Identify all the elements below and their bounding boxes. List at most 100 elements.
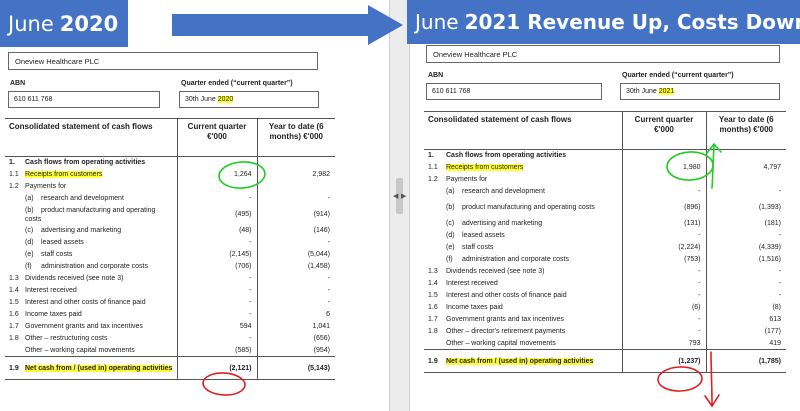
table-row: 1.1 Receipts from customers 1,264 2,982	[5, 168, 336, 181]
ytd-value: 1,041	[256, 320, 336, 333]
current-quarter-value: -	[176, 296, 258, 309]
table-row: (e) staff costs (2,145) (5,044)	[5, 248, 336, 261]
row-label: Net cash from / (used in) operating acti…	[444, 349, 623, 373]
row-label-text: Other – director's retirement payments	[446, 328, 566, 335]
row-label: Receipts from customers	[444, 162, 622, 174]
row-label: Interest received	[23, 285, 177, 297]
ytd-header: Year to date (6 months) €'000	[256, 118, 336, 157]
ytd-value: -	[705, 289, 787, 302]
table-row: 1.4 Interest received - -	[5, 284, 336, 297]
current-quarter-value: 1,264	[176, 168, 258, 181]
row-ref	[424, 242, 444, 254]
row-ref: 1.3	[428, 268, 438, 275]
row-label-text: advertising and marketing	[41, 227, 122, 234]
row-label: Net cash from / (used in) operating acti…	[23, 356, 178, 380]
row-label-text: Cash flows from operating activities	[25, 159, 146, 167]
current-quarter-value: 793	[621, 337, 707, 350]
ytd-value: -	[705, 229, 787, 242]
split-divider[interactable]: ◀ ▶	[389, 0, 410, 411]
ytd-value: (1,516)	[705, 253, 787, 266]
row-ref: 1.1	[9, 171, 19, 178]
current-quarter-value	[176, 180, 258, 193]
table-row: (b) product manufacturing and operating c…	[424, 197, 787, 218]
table-row: (d) leased assets - -	[424, 229, 787, 242]
row-label-text: Government grants and tax incentives	[446, 316, 564, 323]
row-label-text: advertising and marketing	[462, 220, 543, 227]
table-row: 1.8 Other – restructuring costs - (656)	[5, 332, 336, 345]
banner-2020-prefix: June	[8, 11, 54, 36]
row-ref	[5, 249, 23, 261]
table-row: (f) administration and corporate costs (70…	[5, 260, 336, 273]
row-ref: 1.7	[9, 323, 19, 330]
ytd-value: (181)	[705, 217, 787, 230]
row-label-text: Income taxes paid	[446, 304, 503, 311]
ytd-value	[705, 173, 787, 186]
row-label: Government grants and tax incentives	[444, 314, 622, 326]
company-name: Oneview Healthcare PLC	[15, 57, 100, 66]
table-row: 1.2 Payments for	[5, 180, 336, 193]
table-row: 1.5 Interest and other costs of finance p…	[5, 296, 336, 309]
ytd-value: -	[256, 284, 336, 297]
row-label-text: Other – working capital movements	[446, 339, 556, 347]
current-quarter-value: (495)	[176, 204, 258, 225]
report-panel-2021: Oneview Healthcare PLC ABN Quarter ended…	[410, 0, 800, 411]
row-label-text: Dividends received (see note 3)	[446, 268, 545, 275]
row-label: Other – restructuring costs	[23, 333, 177, 345]
row-label: Payments for	[444, 174, 622, 186]
row-label: Interest and other costs of finance paid	[444, 290, 622, 302]
row-label: Cash flows from operating activities	[444, 150, 622, 162]
table-row: (a) research and development - -	[5, 192, 336, 205]
row-label: (c) advertising and marketing	[444, 218, 622, 230]
total-label-highlight: Net cash from / (used in) operating acti…	[446, 357, 594, 365]
table-row: 1.7 Government grants and tax incentives -…	[424, 313, 787, 326]
banner-2021-prefix: June	[415, 10, 459, 34]
table-row: (f) administration and corporate costs (75…	[424, 253, 787, 266]
current-quarter-value: 594	[176, 320, 258, 333]
current-quarter-total: (1,237)	[621, 349, 707, 373]
row-label: Other – working capital movements	[23, 345, 177, 357]
ytd-value: (1,458)	[256, 260, 336, 273]
cash-flow-table-2020: Consolidated statement of cash flows Cur…	[5, 118, 336, 380]
row-label: Interest and other costs of finance paid	[23, 297, 177, 309]
row-label: (c) advertising and marketing	[23, 225, 177, 237]
table-row: 1.5 Interest and other costs of finance p…	[424, 289, 787, 302]
table-title: Consolidated statement of cash flows	[424, 111, 623, 150]
current-quarter-value: (753)	[621, 253, 707, 266]
current-quarter-value: -	[621, 289, 707, 302]
row-ref: 1.6	[9, 311, 19, 318]
row-subref: (d)	[446, 232, 455, 239]
abn-field: 610 611 768	[8, 91, 160, 108]
row-label-text: Other – restructuring costs	[25, 335, 108, 342]
banner-2020-year: 2020	[59, 11, 119, 36]
ytd-value: (4,339)	[705, 241, 787, 254]
row-subref: (b)	[25, 206, 34, 214]
ytd-value: 613	[705, 313, 787, 326]
abn-value: 610 611 768	[14, 96, 53, 103]
row-ref	[424, 218, 444, 230]
row-ref	[424, 186, 444, 198]
current-quarter-value: (896)	[621, 197, 707, 218]
arrow-right-icon[interactable]: ▶	[401, 193, 406, 200]
table-row: 1. Cash flows from operating activities	[424, 149, 787, 162]
current-quarter-value	[621, 173, 707, 186]
row-label-text: staff costs	[462, 244, 494, 251]
row-label: (e) staff costs	[23, 249, 177, 261]
table-row: 1.6 Income taxes paid (6) (8)	[424, 301, 787, 314]
ytd-value: (146)	[256, 224, 336, 237]
row-label-text: product manufacturing and operating cost…	[462, 204, 595, 211]
current-quarter-value: -	[176, 284, 258, 297]
current-quarter-value: -	[621, 325, 707, 338]
row-label-text: Payments for	[25, 183, 67, 190]
row-label-text: Interest received	[25, 287, 77, 294]
row-label-text: research and development	[41, 195, 124, 202]
table-row: (c) advertising and marketing (131) (181)	[424, 217, 787, 230]
row-label: (b) product manufacturing and operating c…	[23, 205, 177, 225]
ytd-value: 419	[705, 337, 787, 350]
table-row: (c) advertising and marketing (48) (146)	[5, 224, 336, 237]
quarter-field: 30th June 2020	[179, 91, 319, 108]
row-label: (a) research and development	[444, 186, 622, 198]
current-quarter-value: -	[621, 185, 707, 198]
arrow-left-icon[interactable]: ◀	[393, 193, 398, 200]
ytd-value	[256, 180, 336, 193]
row-ref: 1.	[428, 152, 434, 160]
